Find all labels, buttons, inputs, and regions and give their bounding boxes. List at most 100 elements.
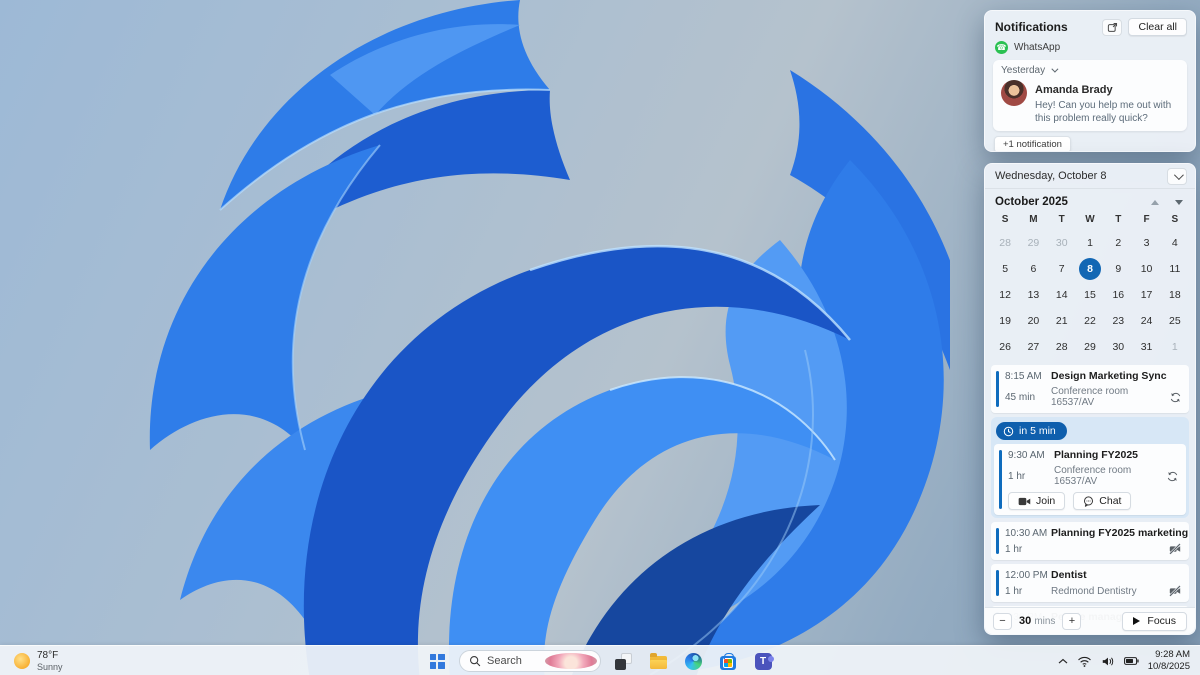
calendar-day[interactable]: 20	[1019, 308, 1047, 334]
calendar-day[interactable]: 15	[1076, 282, 1104, 308]
calendar-day[interactable]: 4	[1161, 230, 1189, 256]
event-time: 10:30 AM	[1005, 528, 1048, 539]
calendar-day[interactable]: 3	[1132, 230, 1160, 256]
teams-button[interactable]: T	[750, 648, 776, 674]
event-title: Planning FY2025 marketing	[1051, 527, 1189, 539]
calendar-day[interactable]: 29	[1019, 230, 1047, 256]
calendar-day[interactable]: 28	[1048, 334, 1076, 360]
event-accent-bar	[996, 371, 999, 407]
sender-name: Amanda Brady	[1035, 84, 1113, 96]
chevron-down-icon	[1173, 169, 1184, 180]
focus-label: Focus	[1147, 615, 1176, 627]
calendar-prev-month-button[interactable]	[1151, 199, 1159, 205]
calendar-day[interactable]: 13	[1019, 282, 1047, 308]
calendar-day[interactable]: 24	[1132, 308, 1160, 334]
calendar-day[interactable]: 27	[1019, 334, 1047, 360]
bloom-wallpaper	[149, 0, 950, 675]
calendar-day[interactable]: 10	[1132, 256, 1160, 282]
calendar-next-month-button[interactable]	[1175, 199, 1183, 205]
clock-button[interactable]: 9:28 AM 10/8/2025	[1148, 649, 1190, 673]
event-location: Redmond Dentistry	[1051, 585, 1137, 597]
search-icon	[469, 655, 481, 667]
calendar-day[interactable]: 14	[1048, 282, 1076, 308]
notification-center-panel: Notifications Clear all ☎ WhatsApp Yeste…	[984, 10, 1196, 152]
calendar-day[interactable]: 5	[991, 256, 1019, 282]
chevron-up-icon	[1058, 658, 1068, 664]
edge-icon	[684, 652, 702, 670]
event-card[interactable]: 10:30 AM Planning FY2025 marketing 1 hr	[991, 522, 1189, 560]
weekday-header-row: S M T W T F S	[991, 210, 1189, 230]
event-location: Conference room 16537/AV	[1054, 465, 1132, 487]
calendar-day[interactable]: 6	[1019, 256, 1047, 282]
calendar-day[interactable]: 30	[1104, 334, 1132, 360]
volume-button[interactable]	[1101, 656, 1115, 667]
calendar-day[interactable]: 9	[1104, 256, 1132, 282]
notification-section-label[interactable]: Yesterday	[1001, 65, 1045, 76]
notification-app-group[interactable]: ☎ WhatsApp	[985, 40, 1195, 57]
video-off-icon	[1169, 543, 1181, 555]
duration-value: 30	[1019, 615, 1032, 627]
event-card[interactable]: 12:00 PM Dentist 1 hr Redmond Dentistry	[991, 564, 1189, 602]
calendar-day[interactable]: 23	[1104, 308, 1132, 334]
calendar-day[interactable]: 21	[1048, 308, 1076, 334]
upcoming-event-group: in 5 min 9:30 AM Planning FY2025 1 hr Co…	[991, 417, 1189, 518]
weather-temperature: 78°F	[37, 649, 59, 661]
calendar-day-selected[interactable]: 8	[1076, 256, 1104, 282]
start-button[interactable]	[424, 648, 450, 674]
calendar-day[interactable]: 19	[991, 308, 1019, 334]
calendar-day[interactable]: 7	[1048, 256, 1076, 282]
video-camera-icon	[1018, 497, 1031, 505]
focus-button[interactable]: Focus	[1122, 611, 1187, 631]
event-duration: 1 hr	[1008, 470, 1026, 482]
weekday-label: T	[1115, 214, 1122, 225]
join-meeting-button[interactable]: Join	[1008, 492, 1066, 510]
battery-button[interactable]	[1123, 656, 1139, 666]
calendar-day[interactable]: 2	[1104, 230, 1132, 256]
calendar-day[interactable]: 12	[991, 282, 1019, 308]
wifi-icon	[1077, 656, 1091, 667]
search-input[interactable]: Search	[459, 650, 601, 672]
search-highlight-image[interactable]	[545, 653, 597, 669]
notification-card[interactable]: Yesterday Amanda Brady Hey! Can you help…	[993, 60, 1187, 131]
calendar-day[interactable]: 29	[1076, 334, 1104, 360]
event-card[interactable]: 8:15 AM Design Marketing Sync 45 min Con…	[991, 365, 1189, 413]
calendar-day[interactable]: 11	[1161, 256, 1189, 282]
clear-all-button[interactable]: Clear all	[1128, 18, 1187, 36]
network-button[interactable]	[1077, 656, 1092, 667]
notification-settings-button[interactable]	[1102, 18, 1123, 36]
calendar-day[interactable]: 25	[1161, 308, 1189, 334]
weather-widget-button[interactable]: 78°F Sunny	[0, 646, 77, 675]
calendar-day[interactable]: 26	[991, 334, 1019, 360]
event-time: 12:00 PM	[1005, 570, 1048, 581]
calendar-day[interactable]: 22	[1076, 308, 1104, 334]
calendar-day[interactable]: 1	[1161, 334, 1189, 360]
decrease-duration-button[interactable]: −	[993, 612, 1012, 630]
notification-app-name: WhatsApp	[1014, 42, 1061, 53]
event-title: Dentist	[1051, 569, 1087, 581]
calendar-collapse-button[interactable]	[1167, 167, 1187, 185]
microsoft-store-button[interactable]	[715, 648, 741, 674]
search-placeholder: Search	[487, 655, 522, 667]
increase-duration-button[interactable]: +	[1062, 612, 1082, 630]
event-card[interactable]: 9:30 AM Planning FY2025 1 hr Conference …	[994, 444, 1186, 515]
calendar-day[interactable]: 28	[991, 230, 1019, 256]
store-icon	[720, 652, 736, 670]
file-explorer-button[interactable]	[645, 648, 671, 674]
calendar-day[interactable]: 18	[1161, 282, 1189, 308]
reminder-badge[interactable]: in 5 min	[996, 422, 1067, 440]
task-view-icon	[614, 652, 632, 670]
more-notifications-button[interactable]: +1 notification	[994, 136, 1071, 151]
recurrence-icon	[1170, 392, 1181, 403]
task-view-button[interactable]	[610, 648, 636, 674]
weekday-label: W	[1085, 214, 1095, 225]
chat-button[interactable]: Chat	[1073, 492, 1132, 510]
calendar-day[interactable]: 16	[1104, 282, 1132, 308]
calendar-day[interactable]: 1	[1076, 230, 1104, 256]
calendar-day[interactable]: 17	[1132, 282, 1160, 308]
edge-browser-button[interactable]	[680, 648, 706, 674]
event-duration: 1 hr	[1005, 543, 1023, 555]
duration-unit: mins	[1034, 616, 1056, 627]
hidden-icons-button[interactable]	[1058, 658, 1068, 665]
calendar-day[interactable]: 30	[1048, 230, 1076, 256]
calendar-day[interactable]: 31	[1132, 334, 1160, 360]
